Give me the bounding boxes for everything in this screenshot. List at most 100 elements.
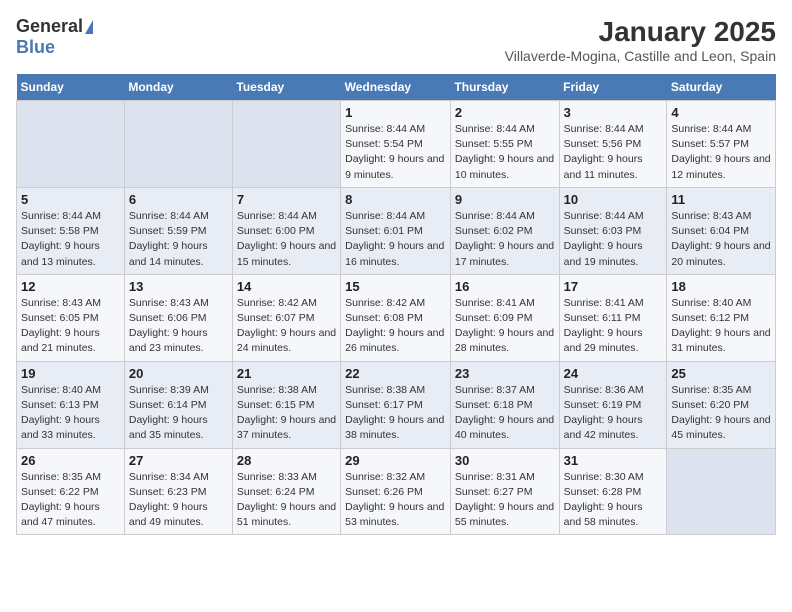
day-info: Sunrise: 8:42 AMSunset: 6:07 PMDaylight:…	[237, 296, 336, 357]
day-cell: 14 Sunrise: 8:42 AMSunset: 6:07 PMDayligh…	[232, 274, 340, 361]
day-cell: 18Sunrise: 8:40 AMSunset: 6:12 PMDayligh…	[667, 274, 776, 361]
day-info: Sunrise: 8:44 AMSunset: 6:00 PMDaylight:…	[237, 209, 336, 270]
day-info: Sunrise: 8:38 AMSunset: 6:15 PMDaylight:…	[237, 383, 336, 444]
day-cell: 30 Sunrise: 8:31 AMSunset: 6:27 PMDayligh…	[450, 448, 559, 535]
day-info: Sunrise: 8:32 AMSunset: 6:26 PMDaylight:…	[345, 470, 446, 531]
header-row: SundayMondayTuesdayWednesdayThursdayFrid…	[17, 74, 776, 101]
day-info: Sunrise: 8:30 AMSunset: 6:28 PMDaylight:…	[564, 470, 663, 531]
day-info: Sunrise: 8:43 AMSunset: 6:05 PMDaylight:…	[21, 296, 120, 357]
week-row-5: 26Sunrise: 8:35 AMSunset: 6:22 PMDayligh…	[17, 448, 776, 535]
day-info: Sunrise: 8:41 AMSunset: 6:11 PMDaylight:…	[564, 296, 663, 357]
day-info: Sunrise: 8:31 AMSunset: 6:27 PMDaylight:…	[455, 470, 555, 531]
header: General Blue January 2025 Villaverde-Mog…	[16, 16, 776, 64]
day-cell: 26Sunrise: 8:35 AMSunset: 6:22 PMDayligh…	[17, 448, 125, 535]
day-number: 2	[455, 105, 555, 120]
day-info: Sunrise: 8:44 AMSunset: 6:03 PMDaylight:…	[564, 209, 663, 270]
day-info: Sunrise: 8:44 AMSunset: 5:56 PMDaylight:…	[564, 122, 663, 183]
day-cell: 20Sunrise: 8:39 AMSunset: 6:14 PMDayligh…	[124, 361, 232, 448]
day-number: 7	[237, 192, 336, 207]
day-cell: 15 Sunrise: 8:42 AMSunset: 6:08 PMDayligh…	[341, 274, 451, 361]
logo-blue: Blue	[16, 37, 55, 58]
day-cell: 2 Sunrise: 8:44 AMSunset: 5:55 PMDaylight…	[450, 101, 559, 188]
day-number: 10	[564, 192, 663, 207]
day-cell: 27 Sunrise: 8:34 AMSunset: 6:23 PMDayligh…	[124, 448, 232, 535]
day-cell	[17, 101, 125, 188]
day-info: Sunrise: 8:44 AMSunset: 5:59 PMDaylight:…	[129, 209, 228, 270]
day-cell: 28 Sunrise: 8:33 AMSunset: 6:24 PMDayligh…	[232, 448, 340, 535]
day-number: 14	[237, 279, 336, 294]
day-info: Sunrise: 8:44 AMSunset: 5:57 PMDaylight:…	[671, 122, 771, 183]
day-cell: 3 Sunrise: 8:44 AMSunset: 5:56 PMDaylight…	[559, 101, 667, 188]
day-number: 15	[345, 279, 446, 294]
day-number: 25	[671, 366, 771, 381]
day-cell: 23 Sunrise: 8:37 AMSunset: 6:18 PMDayligh…	[450, 361, 559, 448]
day-cell: 13Sunrise: 8:43 AMSunset: 6:06 PMDayligh…	[124, 274, 232, 361]
day-number: 6	[129, 192, 228, 207]
day-cell: 9 Sunrise: 8:44 AMSunset: 6:02 PMDaylight…	[450, 187, 559, 274]
week-row-1: 1Sunrise: 8:44 AMSunset: 5:54 PMDaylight…	[17, 101, 776, 188]
day-number: 29	[345, 453, 446, 468]
day-number: 18	[671, 279, 771, 294]
header-cell-saturday: Saturday	[667, 74, 776, 101]
day-info: Sunrise: 8:33 AMSunset: 6:24 PMDaylight:…	[237, 470, 336, 531]
day-cell: 12 Sunrise: 8:43 AMSunset: 6:05 PMDayligh…	[17, 274, 125, 361]
day-cell: 7 Sunrise: 8:44 AMSunset: 6:00 PMDaylight…	[232, 187, 340, 274]
day-number: 12	[21, 279, 120, 294]
day-number: 19	[21, 366, 120, 381]
day-cell: 17 Sunrise: 8:41 AMSunset: 6:11 PMDayligh…	[559, 274, 667, 361]
day-number: 13	[129, 279, 228, 294]
day-number: 4	[671, 105, 771, 120]
day-number: 3	[564, 105, 663, 120]
day-cell: 29 Sunrise: 8:32 AMSunset: 6:26 PMDayligh…	[341, 448, 451, 535]
day-number: 16	[455, 279, 555, 294]
day-cell: 16 Sunrise: 8:41 AMSunset: 6:09 PMDayligh…	[450, 274, 559, 361]
logo-icon	[85, 20, 93, 34]
day-cell: 5 Sunrise: 8:44 AMSunset: 5:58 PMDaylight…	[17, 187, 125, 274]
day-number: 17	[564, 279, 663, 294]
day-info: Sunrise: 8:44 AMSunset: 5:54 PMDaylight:…	[345, 122, 446, 183]
day-info: Sunrise: 8:39 AMSunset: 6:14 PMDaylight:…	[129, 383, 228, 444]
day-number: 9	[455, 192, 555, 207]
day-info: Sunrise: 8:37 AMSunset: 6:18 PMDaylight:…	[455, 383, 555, 444]
header-cell-sunday: Sunday	[17, 74, 125, 101]
day-cell: 21 Sunrise: 8:38 AMSunset: 6:15 PMDayligh…	[232, 361, 340, 448]
day-number: 22	[345, 366, 446, 381]
day-number: 28	[237, 453, 336, 468]
day-info: Sunrise: 8:36 AMSunset: 6:19 PMDaylight:…	[564, 383, 663, 444]
calendar-table: SundayMondayTuesdayWednesdayThursdayFrid…	[16, 74, 776, 535]
day-number: 24	[564, 366, 663, 381]
day-info: Sunrise: 8:44 AMSunset: 6:02 PMDaylight:…	[455, 209, 555, 270]
day-cell: 6 Sunrise: 8:44 AMSunset: 5:59 PMDaylight…	[124, 187, 232, 274]
day-cell	[124, 101, 232, 188]
day-info: Sunrise: 8:34 AMSunset: 6:23 PMDaylight:…	[129, 470, 228, 531]
header-cell-friday: Friday	[559, 74, 667, 101]
day-info: Sunrise: 8:43 AMSunset: 6:04 PMDaylight:…	[671, 209, 771, 270]
day-info: Sunrise: 8:42 AMSunset: 6:08 PMDaylight:…	[345, 296, 446, 357]
day-info: Sunrise: 8:35 AMSunset: 6:20 PMDaylight:…	[671, 383, 771, 444]
day-cell: 11Sunrise: 8:43 AMSunset: 6:04 PMDayligh…	[667, 187, 776, 274]
day-number: 23	[455, 366, 555, 381]
day-number: 5	[21, 192, 120, 207]
day-number: 30	[455, 453, 555, 468]
header-cell-thursday: Thursday	[450, 74, 559, 101]
week-row-3: 12 Sunrise: 8:43 AMSunset: 6:05 PMDayligh…	[17, 274, 776, 361]
day-cell: 25 Sunrise: 8:35 AMSunset: 6:20 PMDayligh…	[667, 361, 776, 448]
week-row-2: 5 Sunrise: 8:44 AMSunset: 5:58 PMDaylight…	[17, 187, 776, 274]
day-cell: 19 Sunrise: 8:40 AMSunset: 6:13 PMDayligh…	[17, 361, 125, 448]
day-cell: 8Sunrise: 8:44 AMSunset: 6:01 PMDaylight…	[341, 187, 451, 274]
page-subtitle: Villaverde-Mogina, Castille and Leon, Sp…	[505, 48, 776, 64]
header-cell-wednesday: Wednesday	[341, 74, 451, 101]
day-info: Sunrise: 8:40 AMSunset: 6:13 PMDaylight:…	[21, 383, 120, 444]
day-cell: 24 Sunrise: 8:36 AMSunset: 6:19 PMDayligh…	[559, 361, 667, 448]
day-cell	[232, 101, 340, 188]
day-cell: 1Sunrise: 8:44 AMSunset: 5:54 PMDaylight…	[341, 101, 451, 188]
header-cell-tuesday: Tuesday	[232, 74, 340, 101]
day-info: Sunrise: 8:41 AMSunset: 6:09 PMDaylight:…	[455, 296, 555, 357]
day-info: Sunrise: 8:44 AMSunset: 5:58 PMDaylight:…	[21, 209, 120, 270]
day-number: 21	[237, 366, 336, 381]
logo: General Blue	[16, 16, 93, 58]
page-title: January 2025	[505, 16, 776, 48]
day-info: Sunrise: 8:44 AMSunset: 5:55 PMDaylight:…	[455, 122, 555, 183]
day-number: 27	[129, 453, 228, 468]
day-info: Sunrise: 8:38 AMSunset: 6:17 PMDaylight:…	[345, 383, 446, 444]
